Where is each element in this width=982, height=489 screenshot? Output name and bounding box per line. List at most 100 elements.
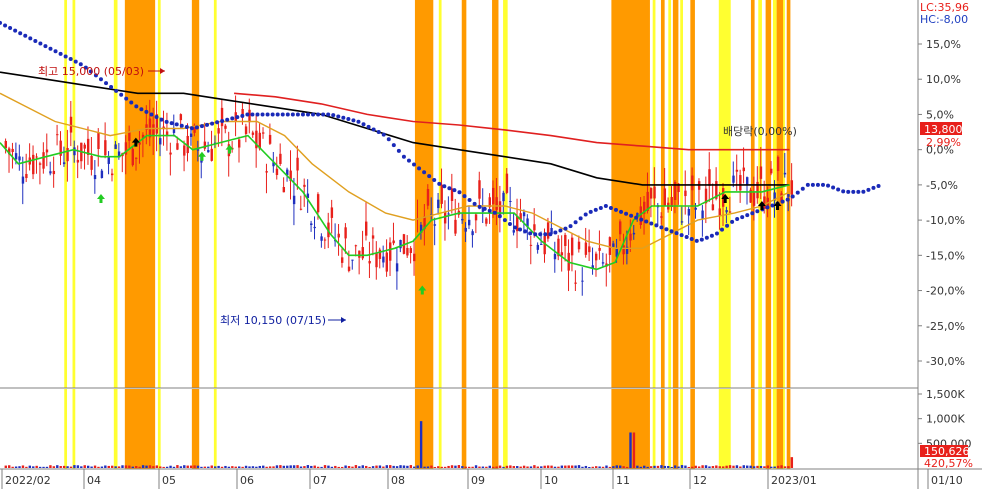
orange-band	[765, 0, 772, 388]
envelope-dot	[386, 137, 391, 142]
volume-bar	[584, 465, 588, 468]
price-chart: 15,0%10,0%5,0%0,0%-5,0%-10,0%-15,0%-20,0…	[0, 0, 982, 489]
volume-bar	[735, 465, 739, 468]
candle-body	[601, 262, 605, 264]
envelope-dot	[795, 190, 800, 195]
price-tag: 13,800	[924, 123, 963, 136]
envelope-dot	[735, 217, 740, 222]
candle-body	[104, 140, 107, 156]
candle-body	[220, 107, 224, 127]
volume-bar	[347, 466, 351, 468]
volume-bar	[570, 465, 574, 468]
volume-bar	[231, 466, 234, 468]
orange-band	[611, 0, 650, 388]
envelope-dot	[260, 112, 265, 117]
envelope-dot	[790, 194, 795, 199]
volume-bar	[189, 465, 193, 468]
volume-bar	[80, 466, 83, 468]
volume-bar	[86, 465, 90, 468]
candle-body	[649, 188, 653, 199]
envelope-dot	[174, 122, 179, 127]
volume-bar	[183, 465, 186, 468]
volume-bar	[90, 466, 93, 468]
volume-bar	[416, 465, 419, 468]
volume-bar	[715, 465, 718, 468]
volume-bar	[135, 466, 138, 468]
volume-bar	[564, 465, 567, 468]
candle-body	[35, 156, 38, 158]
orange-band-volume	[672, 389, 679, 469]
candle-body	[45, 149, 49, 153]
envelope-dot	[199, 124, 204, 129]
x-tick-label: 11	[616, 474, 630, 487]
x-tick-label: 01/10	[931, 474, 963, 487]
candle-body	[251, 132, 255, 135]
candle-body	[533, 224, 536, 231]
envelope-dot	[3, 23, 8, 28]
envelope-dot	[240, 113, 245, 118]
envelope-dot	[709, 233, 714, 238]
envelope-dot	[815, 182, 820, 187]
envelope-dot	[477, 204, 482, 209]
volume-bar	[25, 466, 28, 468]
envelope-dot	[472, 201, 477, 206]
candle-body	[296, 157, 299, 171]
volume-bar	[59, 466, 62, 468]
volume-bar	[76, 465, 80, 468]
volume-bar	[334, 465, 337, 468]
candle-body	[262, 132, 265, 134]
envelope-dot	[250, 112, 255, 117]
orange-band-volume	[414, 389, 434, 469]
volume-bar	[169, 465, 172, 468]
candle-body	[18, 156, 21, 161]
dividend-annotation: 배당락(0,00%)	[723, 125, 797, 138]
candle-body	[131, 148, 134, 166]
envelope-dot	[725, 223, 730, 228]
candle-body	[687, 208, 691, 216]
volume-bar	[728, 465, 732, 468]
volume-bar	[622, 466, 625, 468]
volume-bar	[787, 466, 790, 468]
volume-bar	[691, 466, 694, 468]
volume-bar	[656, 465, 660, 468]
volume-bar	[251, 466, 255, 468]
volume-bar	[721, 466, 725, 468]
yellow-band	[680, 0, 683, 388]
envelope-dot	[528, 231, 533, 236]
volume-bar	[454, 465, 457, 468]
orange-band	[191, 0, 200, 388]
volume-bar	[680, 465, 684, 468]
volume-bar	[210, 465, 213, 468]
volume-bar	[131, 466, 134, 468]
candle-body	[310, 223, 313, 226]
volume-bar	[73, 465, 76, 468]
envelope-dot	[189, 126, 194, 131]
candle-body	[406, 247, 409, 256]
volume-bar	[780, 465, 783, 468]
volume-bar	[697, 466, 701, 468]
envelope-dot	[861, 189, 866, 194]
candle-body	[371, 235, 375, 239]
y-tick-label: 10,0%	[926, 73, 961, 86]
envelope-dot	[270, 112, 275, 117]
envelope-dot	[745, 213, 750, 218]
volume-bar	[522, 465, 526, 468]
envelope-dot	[558, 228, 563, 233]
candle-body	[196, 149, 200, 151]
envelope-dot	[674, 231, 679, 236]
candle-body	[746, 177, 749, 185]
candle-body	[279, 153, 282, 164]
candle-body	[708, 169, 711, 186]
envelope-dot	[487, 208, 492, 213]
candle-body	[588, 246, 591, 253]
volume-bar	[543, 465, 546, 468]
volume-bar	[97, 466, 100, 468]
envelope-dot	[442, 184, 447, 189]
volume-bar	[124, 465, 128, 468]
volume-bar	[725, 465, 728, 468]
envelope-dot	[563, 226, 568, 231]
envelope-dot	[492, 210, 497, 215]
envelope-dot	[316, 112, 321, 117]
envelope-dot	[598, 205, 603, 210]
candle-body	[485, 218, 488, 224]
